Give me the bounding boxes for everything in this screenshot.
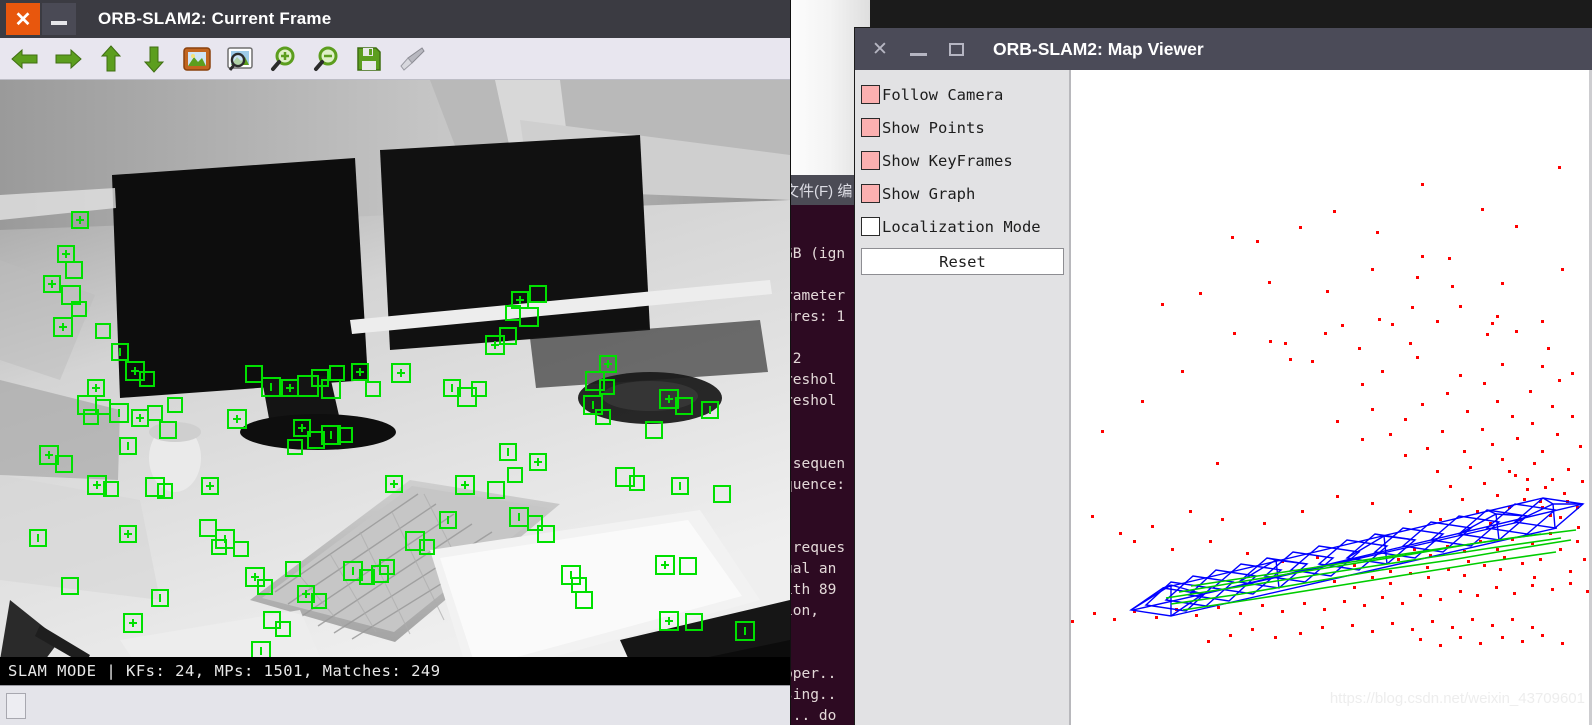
point-cloud-render [1071,166,1589,647]
checkbox-label: Follow Camera [882,85,1004,104]
current-frame-bottom-bar [0,685,790,725]
image-search-icon[interactable] [223,42,257,76]
checkbox-show-graph[interactable]: Show Graph [861,177,1069,210]
camera-frame-render [0,80,790,685]
map-points-layer [1071,166,1589,647]
current-frame-viewport: SLAM MODE | KFs: 24, MPs: 1501, Matches:… [0,80,790,685]
checkbox-show-keyframes[interactable]: Show KeyFrames [861,144,1069,177]
checkbox-label: Show KeyFrames [882,151,1013,170]
checkbox-follow-camera[interactable]: Follow Camera [861,78,1069,111]
map-viewer-controls-panel: Follow Camera Show Points Show KeyFrames… [855,70,1071,725]
brush-icon[interactable] [395,42,429,76]
checkbox-indicator[interactable] [861,217,880,236]
checkbox-show-points[interactable]: Show Points [861,111,1069,144]
minimize-icon[interactable] [42,3,76,35]
current-frame-titlebar: ✕ ORB-SLAM2: Current Frame [0,0,790,38]
map-viewer-body: Follow Camera Show Points Show KeyFrames… [855,70,1592,725]
zoom-in-icon[interactable] [266,42,300,76]
checkbox-indicator[interactable] [861,184,880,203]
checkbox-label: Localization Mode [882,217,1041,236]
keyframes-layer [1129,497,1585,617]
up-arrow-icon[interactable] [94,42,128,76]
map-viewer-window[interactable]: ✕ ORB-SLAM2: Map Viewer Follow Camera Sh… [855,28,1592,725]
close-icon[interactable]: ✕ [869,38,891,60]
close-icon[interactable]: ✕ [6,3,40,35]
down-arrow-icon[interactable] [137,42,171,76]
checkbox-localization-mode[interactable]: Localization Mode [861,210,1069,243]
save-floppy-icon[interactable] [352,42,386,76]
slam-status-bar: SLAM MODE | KFs: 24, MPs: 1501, Matches:… [0,657,790,685]
current-frame-toolbar [0,38,790,80]
checkbox-label: Show Points [882,118,985,137]
checkbox-indicator[interactable] [861,151,880,170]
desktop: 文件(F) 编 GB (ign rameter ures: 1.2 reshol res… [0,0,1592,725]
reset-button[interactable]: Reset [861,248,1064,275]
maximize-icon[interactable] [945,38,967,60]
map-viewer-3d-canvas[interactable]: https://blog.csdn.net/weixin_43709601 [1071,70,1592,725]
zoom-out-icon[interactable] [309,42,343,76]
current-frame-window[interactable]: ✕ ORB-SLAM2: Current Frame SLAM MODE | K… [0,0,790,725]
checkbox-label: Show Graph [882,184,976,203]
image-icon[interactable] [180,42,214,76]
checkbox-indicator[interactable] [861,85,880,104]
watermark-text: https://blog.csdn.net/weixin_43709601 [1329,690,1585,707]
forward-arrow-icon[interactable] [51,42,85,76]
back-arrow-icon[interactable] [8,42,42,76]
checkbox-indicator[interactable] [861,118,880,137]
minimize-icon[interactable] [907,38,929,60]
map-viewer-titlebar: ✕ ORB-SLAM2: Map Viewer [855,28,1592,70]
current-frame-title: ORB-SLAM2: Current Frame [98,9,332,28]
map-viewer-title: ORB-SLAM2: Map Viewer [993,38,1204,59]
status-box [6,692,26,719]
